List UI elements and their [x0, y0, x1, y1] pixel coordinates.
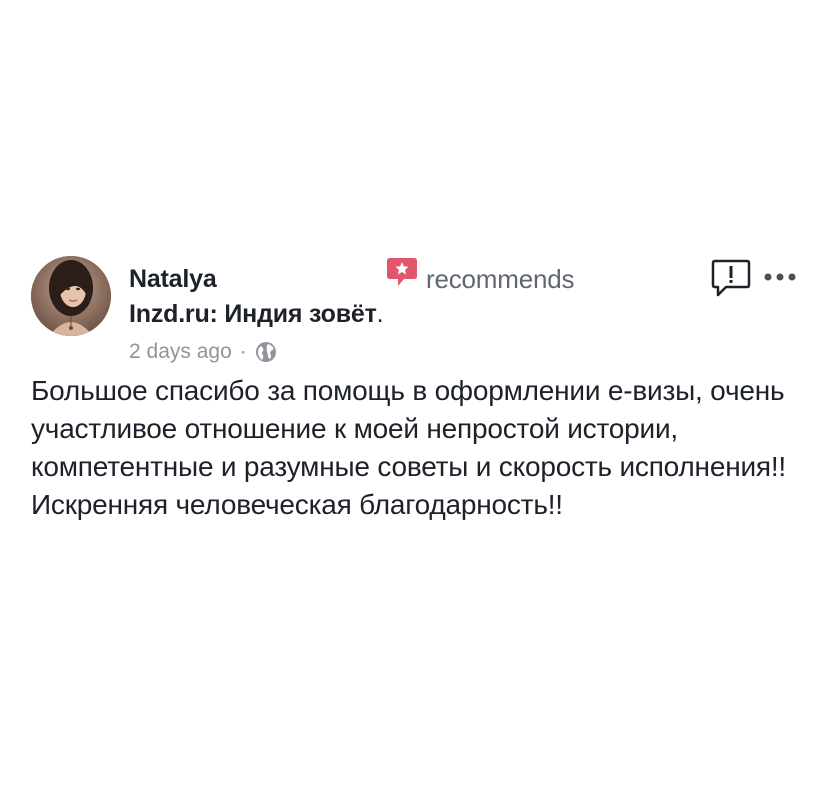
post-meta: 2 days ago · — [129, 340, 277, 364]
author-name[interactable]: Natalya — [129, 265, 217, 294]
page-line: Inzd.ru: Индия зовёт. — [129, 300, 384, 329]
more-options-icon[interactable] — [763, 270, 797, 284]
globe-icon[interactable] — [255, 341, 277, 363]
recommends-label: recommends — [426, 264, 575, 294]
page-suffix: . — [376, 300, 384, 328]
recommend-star-icon — [385, 256, 419, 288]
post-text: Большое спасибо за помощь в оформлении е… — [31, 375, 787, 520]
recommendation-post: Natalya recommends Inzd.ru: Индия зовёт.… — [0, 0, 828, 807]
avatar[interactable] — [31, 256, 111, 336]
timestamp[interactable]: 2 days ago — [129, 340, 232, 364]
meta-separator: · — [239, 340, 247, 363]
page: Natalya recommends Inzd.ru: Индия зовёт.… — [0, 0, 828, 807]
page-name-link[interactable]: Inzd.ru: Индия зовёт — [129, 300, 377, 328]
report-icon[interactable] — [710, 258, 752, 300]
